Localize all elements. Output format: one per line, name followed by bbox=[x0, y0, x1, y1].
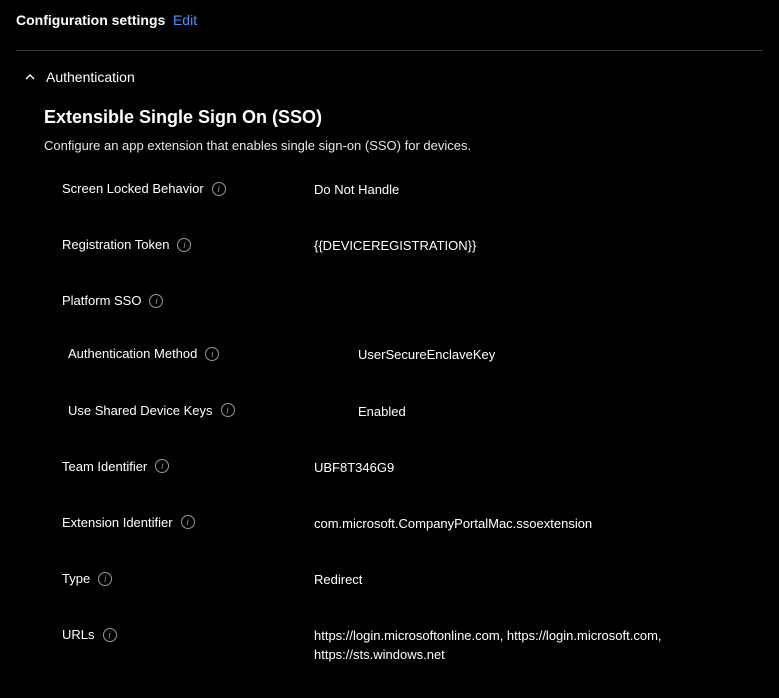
field-value: UBF8T346G9 bbox=[314, 459, 763, 477]
edit-link[interactable]: Edit bbox=[173, 12, 197, 28]
field-value: https://login.microsoftonline.com, https… bbox=[314, 627, 763, 663]
field-type: Type i Redirect bbox=[44, 571, 763, 589]
field-label: Extension Identifier bbox=[62, 515, 173, 530]
chevron-up-icon bbox=[24, 71, 36, 83]
sso-title: Extensible Single Sign On (SSO) bbox=[44, 107, 763, 128]
info-icon[interactable]: i bbox=[155, 459, 169, 473]
authentication-section-label: Authentication bbox=[46, 69, 135, 85]
authentication-section-toggle[interactable]: Authentication bbox=[0, 51, 779, 95]
page-header: Configuration settings Edit bbox=[0, 0, 779, 36]
field-label-cell: Type i bbox=[44, 571, 314, 586]
info-icon[interactable]: i bbox=[205, 347, 219, 361]
info-icon[interactable]: i bbox=[149, 294, 163, 308]
field-label-cell: Use Shared Device Keys i bbox=[68, 403, 358, 418]
field-value: com.microsoft.CompanyPortalMac.ssoextens… bbox=[314, 515, 763, 533]
field-label: Registration Token bbox=[62, 237, 169, 252]
field-value: Redirect bbox=[314, 571, 763, 589]
field-label-cell: Extension Identifier i bbox=[44, 515, 314, 530]
info-icon[interactable]: i bbox=[221, 403, 235, 417]
field-label-cell: URLs i bbox=[44, 627, 314, 642]
field-extension-identifier: Extension Identifier i com.microsoft.Com… bbox=[44, 515, 763, 533]
field-value: Do Not Handle bbox=[314, 181, 763, 199]
field-auth-method: Authentication Method i UserSecureEnclav… bbox=[44, 346, 763, 364]
info-icon[interactable]: i bbox=[98, 572, 112, 586]
field-label-cell: Team Identifier i bbox=[44, 459, 314, 474]
info-icon[interactable]: i bbox=[212, 182, 226, 196]
field-label: URLs bbox=[62, 627, 95, 642]
field-shared-keys: Use Shared Device Keys i Enabled bbox=[44, 403, 763, 421]
field-value: UserSecureEnclaveKey bbox=[358, 346, 763, 364]
field-label: Use Shared Device Keys bbox=[68, 403, 213, 418]
field-screen-locked: Screen Locked Behavior i Do Not Handle bbox=[44, 181, 763, 199]
field-registration-token: Registration Token i {{DEVICEREGISTRATIO… bbox=[44, 237, 763, 255]
field-team-identifier: Team Identifier i UBF8T346G9 bbox=[44, 459, 763, 477]
field-label-cell: Registration Token i bbox=[44, 237, 314, 252]
config-settings-title: Configuration settings bbox=[16, 12, 165, 28]
sso-description: Configure an app extension that enables … bbox=[44, 138, 763, 153]
field-value: Enabled bbox=[358, 403, 763, 421]
field-label: Screen Locked Behavior bbox=[62, 181, 204, 196]
field-value: {{DEVICEREGISTRATION}} bbox=[314, 237, 763, 255]
field-label-cell: Authentication Method i bbox=[68, 346, 358, 361]
field-label: Platform SSO bbox=[62, 293, 141, 308]
section-content: Extensible Single Sign On (SSO) Configur… bbox=[0, 95, 779, 664]
field-urls: URLs i https://login.microsoftonline.com… bbox=[44, 627, 763, 663]
field-label: Authentication Method bbox=[68, 346, 197, 361]
info-icon[interactable]: i bbox=[181, 515, 195, 529]
info-icon[interactable]: i bbox=[177, 238, 191, 252]
field-label: Team Identifier bbox=[62, 459, 147, 474]
platform-sso-group: Platform SSO i bbox=[44, 293, 763, 308]
info-icon[interactable]: i bbox=[103, 628, 117, 642]
field-label: Type bbox=[62, 571, 90, 586]
field-label-cell: Screen Locked Behavior i bbox=[44, 181, 314, 196]
